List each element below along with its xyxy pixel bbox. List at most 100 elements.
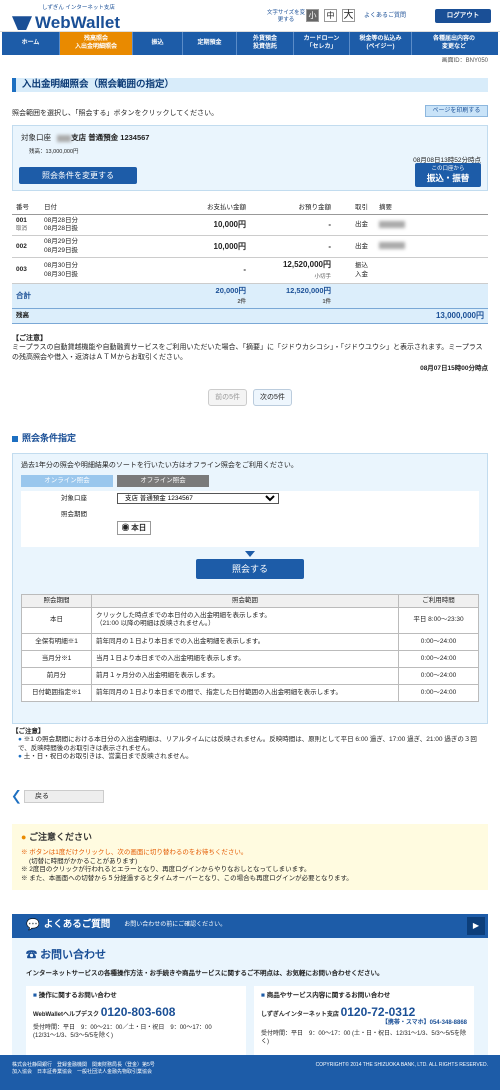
page-title: 入出金明細照会（照会範囲の指定） xyxy=(12,78,488,92)
logout-button[interactable]: ログアウト xyxy=(435,9,491,23)
tx-sub: 取消 xyxy=(16,225,28,232)
col-kind: 取引 xyxy=(335,203,375,215)
next-page-button[interactable]: 次の5件 xyxy=(253,389,292,407)
notice-timestamp: 08月07日15時00分時点 xyxy=(420,364,488,372)
chevron-left-icon[interactable] xyxy=(12,789,20,804)
nav-home[interactable]: ホーム xyxy=(2,32,60,55)
prev-page-button[interactable]: 前の5件 xyxy=(208,389,247,407)
caution-line3: ※ 2度目のクリックが行われるとエラーとなり、再度ログインからやりなおしとなって… xyxy=(21,866,311,874)
period-label: 照会期間 xyxy=(61,510,87,518)
period-name: 当月分※1 xyxy=(21,649,92,668)
col-date: 日付 xyxy=(40,203,150,215)
phone-icon: ☎ xyxy=(26,948,37,961)
tx-kind: 出金 xyxy=(335,214,375,237)
card-title: ■ 操作に関するお問い合わせ xyxy=(33,992,239,1000)
conditions-heading: 照会条件指定 xyxy=(12,433,488,445)
tx-date2: 08月30日扱 xyxy=(44,270,78,278)
period-range: 前月１ヶ月分の入出金明細を表示します。 xyxy=(91,666,399,685)
col-range: 照会範囲 xyxy=(91,593,399,608)
transactions-table: 番号 日付 お支払い金額 お預り金額 取引 摘要 001 取消 08月28日分 08… xyxy=(12,203,488,325)
period-name: 全保有明細※1 xyxy=(21,632,92,651)
play-icon[interactable]: ▶ xyxy=(467,916,485,935)
totals-dep-count: 1件 xyxy=(322,298,331,305)
nav-payeasy[interactable]: 税金等の払込み (ペイジー) xyxy=(350,32,412,55)
logo[interactable]: しずぎん インターネット支店 WebWallet xyxy=(12,5,120,34)
table-row: 003 08月30日分 08月30日扱 - 12,520,000円 小切手 振込入金 xyxy=(12,257,488,285)
square-bullet-icon: ■ xyxy=(33,992,37,1000)
transfer-button[interactable]: この口座から 振込・振替 xyxy=(415,163,481,187)
radio-today[interactable]: ◉ 本日 xyxy=(117,520,151,535)
tx-dep: - xyxy=(250,235,335,259)
period-range: 当月１日より本日までの入出金明細を表示します。 xyxy=(91,649,399,668)
nav-settings[interactable]: 各種届出内容の 変更など xyxy=(412,32,496,55)
account-label: 対象口座 xyxy=(21,133,51,142)
balance-row: 残高 13,000,000円 xyxy=(12,308,488,325)
table-row: 002 08月29日分 08月29日扱 10,000円 - 出金 xyxy=(12,235,488,259)
faq-link[interactable]: よくあるご質問 xyxy=(364,13,406,21)
blurred-memo xyxy=(379,242,405,250)
cnote-item-text: ※1 の照会期間における本日分の入出金明細は、リアルタイムには反映されません。反… xyxy=(18,736,477,752)
faq-title: よくあるご質問 xyxy=(43,919,111,931)
contact-title-text: お問い合わせ xyxy=(40,948,107,961)
cnote-item: ● ※1 の照会期間における本日分の入出金明細は、リアルタイムには反映されません… xyxy=(12,736,488,753)
contact-title: ☎ お問い合わせ xyxy=(26,948,474,962)
conditions-panel: 過去1年分の照会や明細結果のソートを行いたい方はオフライン照会をご利用ください。… xyxy=(12,452,488,724)
tab-offline[interactable]: オフライン照会 xyxy=(117,474,209,487)
table-row: 日付範囲指定※1 前年同月の１日より本日までの間で、指定した日付範囲の入出金明細を… xyxy=(21,683,479,702)
copyright: COPYRIGHT© 2014 THE SHIZUOKA BANK, LTD. … xyxy=(315,1062,488,1068)
tx-date2: 08月28日扱 xyxy=(44,224,78,232)
mobile-number[interactable]: 【携帯・スマホ】054-348-8868 xyxy=(261,1020,467,1028)
tab-online[interactable]: オンライン照会 xyxy=(21,474,113,487)
contact-card-ops: ■ 操作に関するお問い合わせ WebWalletヘルプデスク 0120-803-… xyxy=(26,986,246,1062)
account-select[interactable]: 支店 普通預金 1234567 xyxy=(117,492,279,504)
tx-dep: 12,520,000円 xyxy=(282,260,331,270)
nav-foreign[interactable]: 外貨預金 投資信託 xyxy=(237,32,294,55)
card-name: WebWalletヘルプデスク xyxy=(33,1011,100,1018)
font-size-medium-button[interactable]: 中 xyxy=(324,9,337,22)
col-memo: 摘要 xyxy=(375,203,488,215)
freedial-number[interactable]: 0120-72-0312 xyxy=(341,1005,416,1019)
tx-dep: - xyxy=(250,214,335,237)
totals-row: 合計 20,000円 2件 12,520,000円 1件 xyxy=(12,283,488,309)
change-conditions-button[interactable]: 照会条件を変更する xyxy=(19,167,137,184)
tx-date1: 08月28日分 xyxy=(44,216,78,224)
nav-card-loan[interactable]: カードローン 「セレカ」 xyxy=(294,32,350,55)
faq-banner[interactable]: 💬 よくあるご質問 お問い合わせの前にご確認ください。 ▶ xyxy=(12,913,488,938)
balance-label: 残高 xyxy=(12,308,150,325)
caution-title: ● ご注意ください xyxy=(21,832,479,844)
heading-bullet-icon xyxy=(12,435,18,442)
radio-today-label: 本日 xyxy=(131,522,147,532)
notice-text: ミープラスの自動貸越機能や自動融資サービスをご利用いただいた場合、「摘要」に「ジ… xyxy=(12,344,483,361)
tx-no: 003 xyxy=(16,266,27,274)
freedial-number[interactable]: 0120-803-608 xyxy=(101,1005,176,1019)
periods-table: 照会期間 照会範囲 ご利用時間 本日 クリックした時点までの本日付の入出金明細を表… xyxy=(21,593,479,702)
table-row: 当月分※1 当月１日より本日までの入出金明細を表示します。 0:00～24:00 xyxy=(21,649,479,668)
tx-no: 002 xyxy=(16,242,27,250)
submit-inquiry-button[interactable]: 照会する xyxy=(196,558,304,579)
period-name: 本日 xyxy=(21,606,92,634)
col-hours: ご利用時間 xyxy=(398,593,479,608)
pager: 前の5件 次の5件 xyxy=(0,389,500,407)
balance-value: 13,000,000円 xyxy=(150,308,488,325)
conditions-title: 照会条件指定 xyxy=(22,433,77,444)
nav-balance[interactable]: 残高照会 入出金明細照会 xyxy=(60,32,133,55)
nav-transfer[interactable]: 振込 xyxy=(133,32,183,55)
nav-time-deposit[interactable]: 定期預金 xyxy=(183,32,237,55)
font-size-small-button[interactable]: 小 xyxy=(306,9,319,22)
card-name: しずぎんインターネット支店 xyxy=(261,1011,339,1018)
cnote-title: 【ご注意】 xyxy=(12,727,45,735)
back-button[interactable]: 戻る xyxy=(24,790,104,804)
period-name: 日付範囲指定※1 xyxy=(21,683,92,702)
col-pay: お支払い金額 xyxy=(150,203,250,215)
print-button[interactable]: ページを印刷する xyxy=(425,105,488,117)
account-select-label: 対象口座 xyxy=(61,494,87,502)
card-title-text: 操作に関するお問い合わせ xyxy=(38,992,117,1000)
period-hours: 0:00～24:00 xyxy=(398,632,479,651)
logo-text: WebWallet xyxy=(35,13,121,33)
period-name: 前月分 xyxy=(21,666,92,685)
card-hours2: (12/31～1/3、5/3～5/5を除く) xyxy=(33,1033,114,1040)
cnote-item: ● 土・日・祝日のお取引きは、営業日まで反映されません。 xyxy=(12,753,488,761)
tx-pay: 10,000円 xyxy=(150,235,250,259)
font-size-large-button[interactable]: 大 xyxy=(342,9,355,22)
period-range: 前年同月の１日より本日までの入出金明細を表示します。 xyxy=(91,632,399,651)
